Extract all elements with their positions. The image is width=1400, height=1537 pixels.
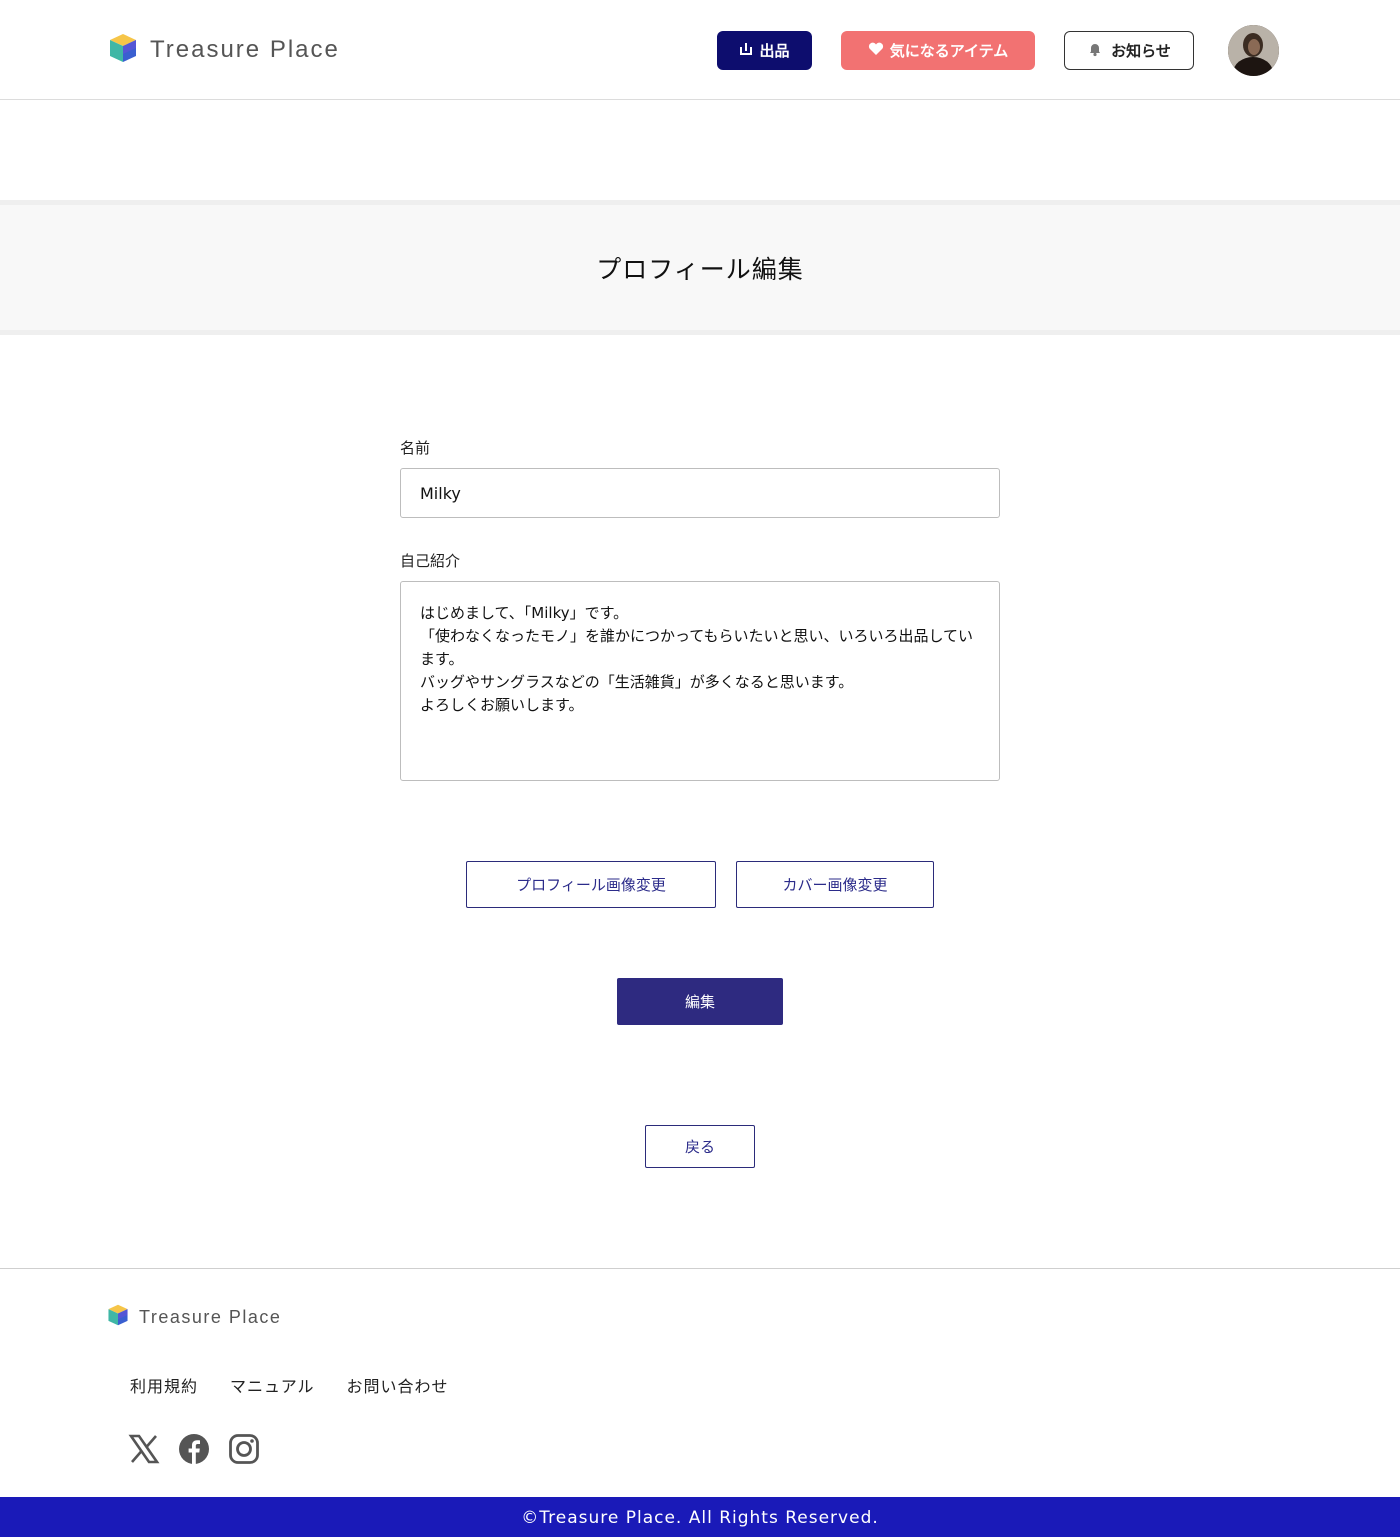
footer-brand-name: Treasure Place [139,1306,282,1327]
site-footer: Treasure Place 利用規約 マニュアル お問い合わせ ©Treasu… [0,1268,1400,1537]
x-icon[interactable] [128,1433,160,1469]
notifications-button[interactable]: お知らせ [1064,31,1194,70]
favorites-button-label: 気になるアイテム [889,42,1009,60]
brand-name: Treasure Place [150,36,340,63]
change-cover-image-button[interactable]: カバー画像変更 [736,861,934,908]
name-label: 名前 [400,439,431,457]
page-title-band: プロフィール編集 [0,200,1400,335]
sell-button[interactable]: 出品 [717,31,812,70]
footer-nav: 利用規約 マニュアル お問い合わせ [130,1373,449,1397]
notifications-button-label: お知らせ [1111,42,1171,60]
footer-logo[interactable]: Treasure Place [107,1303,281,1331]
footer-link-manual[interactable]: マニュアル [230,1373,315,1397]
footer-link-terms[interactable]: 利用規約 [130,1373,198,1397]
sell-button-label: 出品 [759,42,790,60]
facebook-icon[interactable] [178,1433,210,1469]
header-logo[interactable]: Treasure Place [108,32,340,68]
bell-icon [1087,41,1103,61]
bio-textarea[interactable]: はじめまして、「Milky」です。 「使わなくなったモノ」を誰かにつかってもらい… [400,581,1000,781]
cube-logo-icon [108,32,138,68]
favorites-button[interactable]: 気になるアイテム [841,31,1035,70]
upload-icon [739,42,753,60]
change-profile-image-button[interactable]: プロフィール画像変更 [466,861,716,908]
page-title: プロフィール編集 [596,254,804,284]
heart-icon [868,42,884,60]
instagram-icon[interactable] [228,1433,260,1469]
social-links [128,1433,260,1469]
edit-submit-button[interactable]: 編集 [617,978,783,1025]
user-avatar[interactable] [1228,25,1279,76]
copyright-bar: ©Treasure Place. All Rights Reserved. [0,1497,1400,1537]
back-button[interactable]: 戻る [645,1125,755,1168]
bio-label: 自己紹介 [400,552,461,570]
name-input[interactable] [400,468,1000,518]
site-header: Treasure Place 出品 気になるアイテム お知らせ [0,0,1400,100]
cube-logo-icon [107,1303,129,1331]
footer-link-contact[interactable]: お問い合わせ [347,1373,449,1397]
